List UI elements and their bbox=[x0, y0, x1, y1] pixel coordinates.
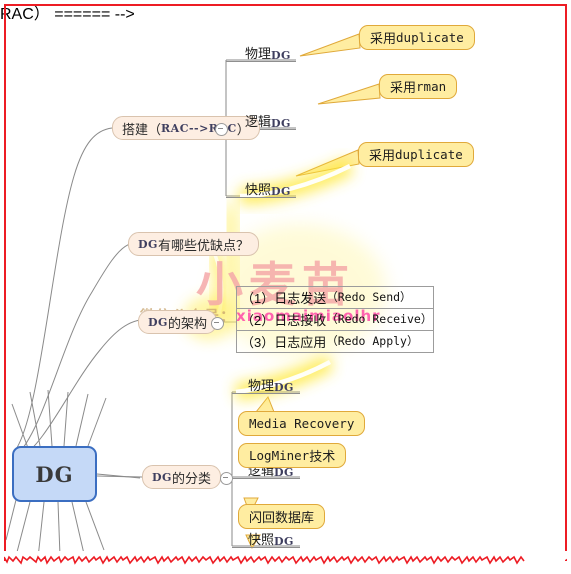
callout-class-logminer-mono: LogMiner bbox=[249, 448, 310, 463]
topic-node-architecture[interactable]: DG 的架构 bbox=[138, 310, 217, 334]
topic-node-pros-cons[interactable]: DG 有哪些优缺点？ bbox=[128, 232, 259, 256]
root-node-dg[interactable]: DG bbox=[12, 446, 97, 502]
leaf-class-physical-cn: 物理 bbox=[248, 378, 275, 393]
redo-step-1-num: （1） bbox=[241, 290, 275, 306]
topic-proscons-label-cn: 有哪些优缺点？ bbox=[157, 237, 249, 253]
callout-build-snapshot-mono: duplicate bbox=[395, 147, 463, 162]
redo-steps-list[interactable]: （1） 日志发送 （Redo Send） （2） 日志接收 （Redo Receive）… bbox=[236, 286, 434, 353]
leaf-class-snapshot-latin: DG bbox=[274, 535, 294, 548]
topic-node-build[interactable]: 搭建（ RAC-->RAC） bbox=[112, 116, 260, 140]
leaf-build-logical-latin: DG bbox=[271, 117, 291, 130]
callout-class-logminer[interactable]: LogMiner 技术 bbox=[238, 443, 347, 468]
redo-step-row-3: （3） 日志应用 （Redo Apply） bbox=[237, 330, 433, 352]
redo-step-3-num: （3） bbox=[241, 334, 275, 350]
redo-step-2-num: （2） bbox=[241, 312, 275, 328]
leaf-build-snapshot-cn: 快照 bbox=[245, 182, 272, 197]
callout-build-physical-cn: 采用 bbox=[370, 31, 397, 46]
topic-arch-label-latin: DG bbox=[148, 315, 168, 329]
leaf-class-snapshot-cn: 快照 bbox=[248, 532, 275, 547]
leaf-build-logical[interactable]: 逻辑 DG bbox=[245, 110, 291, 130]
redo-step-2-cn: 日志接收 bbox=[274, 312, 327, 328]
collapse-toggle-classification[interactable] bbox=[220, 472, 233, 485]
leaf-class-physical[interactable]: 物理 DG bbox=[248, 374, 294, 394]
callout-class-flashback-db[interactable]: 闪回数据库 bbox=[238, 504, 326, 529]
redo-step-1-mono: （Redo Send） bbox=[326, 290, 412, 304]
redo-step-3-mono: （Redo Apply） bbox=[326, 334, 419, 348]
frame-border-top bbox=[4, 4, 567, 6]
topic-arch-label-cn: 的架构 bbox=[167, 315, 207, 331]
redo-step-2-mono: （Redo Receive） bbox=[326, 312, 433, 326]
mindmap-canvas: 小麦苗 微信公众号：xiaomaimiaolhr DG RAC） ====== … bbox=[0, 0, 571, 574]
leaf-build-physical[interactable]: 物理 DG bbox=[245, 42, 291, 62]
redo-step-1-cn: 日志发送 bbox=[274, 290, 327, 306]
redo-step-row-1: （1） 日志发送 （Redo Send） bbox=[237, 287, 433, 308]
frame-border-right bbox=[565, 4, 567, 561]
callout-build-snapshot-duplicate[interactable]: 采用 duplicate bbox=[358, 142, 474, 167]
collapse-toggle-build[interactable] bbox=[215, 123, 228, 136]
callout-build-logical-cn: 采用 bbox=[390, 80, 417, 95]
frame-border-left bbox=[4, 4, 6, 561]
leaf-build-logical-cn: 逻辑 bbox=[245, 114, 272, 129]
collapse-toggle-architecture[interactable] bbox=[211, 317, 224, 330]
callout-build-logical-mono: rman bbox=[416, 79, 447, 94]
redo-step-3-cn: 日志应用 bbox=[274, 334, 327, 350]
topic-class-label-cn: 的分类 bbox=[171, 470, 211, 486]
callout-class-media-recovery[interactable]: Media Recovery bbox=[238, 411, 366, 436]
callout-build-physical-duplicate[interactable]: 采用 duplicate bbox=[359, 25, 475, 50]
leaf-build-physical-latin: DG bbox=[271, 49, 291, 62]
callout-class-logminer-cn: 技术 bbox=[309, 449, 336, 464]
callout-build-snapshot-cn: 采用 bbox=[369, 148, 396, 163]
leaf-build-snapshot[interactable]: 快照 DG bbox=[245, 178, 291, 198]
callout-build-logical-rman[interactable]: 采用 rman bbox=[379, 74, 458, 99]
leaf-class-physical-latin: DG bbox=[274, 381, 294, 394]
root-node-label: DG bbox=[35, 461, 74, 487]
topic-node-classification[interactable]: DG 的分类 bbox=[142, 465, 221, 489]
frame-border-bottom-torn bbox=[3, 551, 571, 565]
callout-class-media-recovery-mono: Media Recovery bbox=[249, 416, 355, 431]
topic-class-label-latin: DG bbox=[152, 470, 172, 484]
callout-build-physical-mono: duplicate bbox=[396, 30, 464, 45]
topic-proscons-label-latin: DG bbox=[138, 237, 158, 251]
topic-build-label-cn: 搭建（ bbox=[122, 121, 162, 137]
redo-step-row-2: （2） 日志接收 （Redo Receive） bbox=[237, 308, 433, 330]
leaf-build-snapshot-latin: DG bbox=[271, 185, 291, 198]
leaf-build-physical-cn: 物理 bbox=[245, 46, 272, 61]
leaf-class-snapshot[interactable]: 快照 DG bbox=[248, 528, 294, 548]
callout-class-flashback-cn: 闪回数据库 bbox=[249, 510, 315, 525]
